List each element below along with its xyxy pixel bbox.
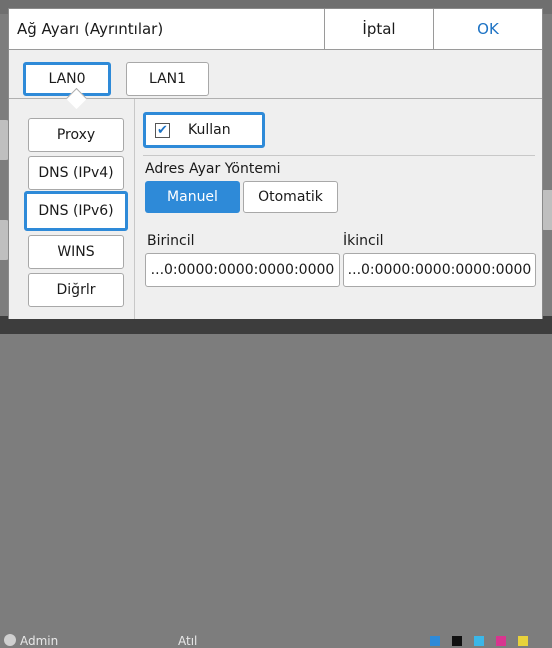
ok-button[interactable]: OK bbox=[433, 9, 542, 49]
tab-lan1[interactable]: LAN1 bbox=[126, 62, 209, 96]
user-icon bbox=[4, 634, 16, 646]
automatic-option-button[interactable]: Otomatik bbox=[243, 181, 338, 213]
ink-icon bbox=[518, 636, 528, 646]
lan-tabs: LAN0 LAN1 bbox=[9, 50, 542, 99]
sidebar-item-dns-ipv4[interactable]: DNS (IPv4) bbox=[28, 156, 124, 190]
ink-icon bbox=[452, 636, 462, 646]
settings-sidebar: Proxy DNS (IPv4) DNS (IPv6) WINS Diğrlr bbox=[9, 99, 135, 319]
tab-lan0[interactable]: LAN0 bbox=[23, 62, 111, 96]
use-checkbox-label: Kullan bbox=[188, 122, 231, 138]
checkmark-icon[interactable]: ✔ bbox=[155, 122, 170, 138]
user-name: Admin bbox=[20, 634, 59, 648]
primary-dns-label: Birincil bbox=[147, 233, 195, 249]
manual-option-button[interactable]: Manuel bbox=[145, 181, 240, 213]
secondary-dns-label: İkincil bbox=[343, 233, 384, 249]
dialog-titlebar: Ağ Ayarı (Ayrıntılar) İptal OK bbox=[9, 9, 542, 50]
ink-icon bbox=[474, 636, 484, 646]
address-method-label: Adres Ayar Yöntemi bbox=[145, 161, 281, 177]
sidebar-item-wins[interactable]: WINS bbox=[28, 235, 124, 269]
machine-status: Atıl bbox=[178, 634, 198, 648]
ink-icon bbox=[496, 636, 506, 646]
sidebar-item-proxy[interactable]: Proxy bbox=[28, 118, 124, 152]
divider bbox=[143, 155, 535, 156]
network-settings-dialog: Ağ Ayarı (Ayrıntılar) İptal OK LAN0 LAN1… bbox=[8, 8, 543, 319]
ink-icon bbox=[430, 636, 440, 646]
use-checkbox-button[interactable]: ✔ Kullan bbox=[143, 112, 265, 148]
secondary-dns-field[interactable]: ...0:0000:0000:0000:0000 bbox=[343, 253, 536, 287]
sidebar-item-other[interactable]: Diğrlr bbox=[28, 273, 124, 307]
primary-dns-field[interactable]: ...0:0000:0000:0000:0000 bbox=[145, 253, 340, 287]
sidebar-item-dns-ipv6[interactable]: DNS (IPv6) bbox=[24, 191, 128, 231]
cancel-button[interactable]: İptal bbox=[324, 9, 433, 49]
dialog-title: Ağ Ayarı (Ayrıntılar) bbox=[17, 20, 164, 38]
dns-ipv6-panel: ✔ Kullan Adres Ayar Yöntemi Manuel Otoma… bbox=[135, 99, 542, 319]
